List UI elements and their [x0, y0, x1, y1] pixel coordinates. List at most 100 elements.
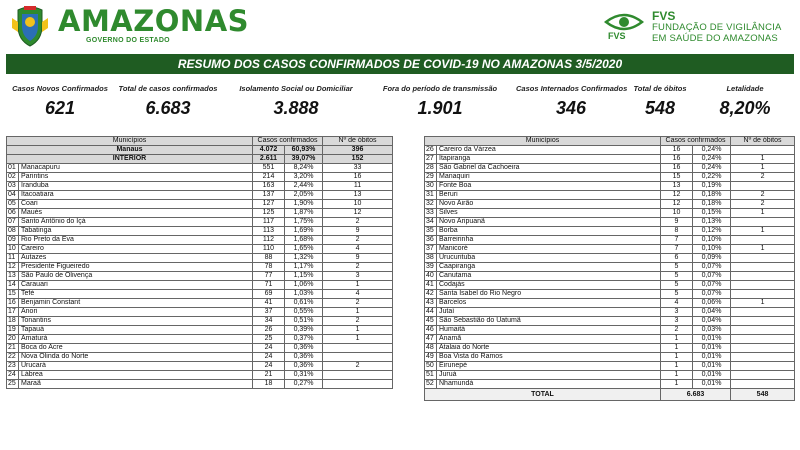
- table-row: 32 Novo Airão 12 0,18% 2: [424, 199, 796, 209]
- table-row: 45 São Sebastião do Uatumã 3 0,04%: [424, 316, 796, 326]
- cell-index: 43: [424, 298, 437, 308]
- cell-pct: 1,75%: [283, 217, 324, 227]
- table-row: 02 Parintins 214 3,20% 16: [6, 172, 394, 182]
- cell-deaths: 33: [322, 163, 394, 173]
- cell-name: Careiro da Várzea: [436, 145, 661, 155]
- municipalities-table-left: Municípios Casos confirmados Nº de óbito…: [6, 136, 394, 389]
- cell-index: 24: [6, 370, 19, 380]
- cell-cases: 3: [660, 307, 693, 317]
- cell-name: Coari: [18, 199, 253, 209]
- cell-index: 29: [424, 172, 437, 182]
- cell-pct: 1,15%: [283, 271, 324, 281]
- stat-value: 346: [555, 98, 587, 118]
- cell-index: 03: [6, 181, 19, 191]
- cell-pct: 0,01%: [691, 379, 732, 389]
- total-label: TOTAL: [424, 388, 661, 401]
- cell-index: 40: [424, 271, 437, 281]
- cell-name: Amaturá: [18, 334, 253, 344]
- cell-pct: 0,07%: [691, 280, 732, 290]
- cell-deaths: [730, 307, 796, 317]
- cell-deaths: [730, 316, 796, 326]
- cell-pct: 2,44%: [283, 181, 324, 191]
- cell-cases: 7: [660, 235, 693, 245]
- cell-name: Itacoatiara: [18, 190, 253, 200]
- stat-label: Casos Internados Confirmados: [516, 84, 628, 93]
- cell-cases: 214: [252, 172, 285, 182]
- cell-pct: 0,15%: [691, 208, 732, 218]
- cell-cases: 3: [660, 316, 693, 326]
- cell-name: Fonte Boa: [436, 181, 661, 191]
- cell-index: 17: [6, 307, 19, 317]
- cell-name: Tonantins: [18, 316, 253, 326]
- cell-cases: 13: [660, 181, 693, 191]
- cell-pct: 0,01%: [691, 361, 732, 371]
- table-row: 28 São Gabriel da Cachoeira 16 0,24% 1: [424, 163, 796, 173]
- col-header-obitos: Nº de óbitos: [322, 136, 394, 146]
- cell-deaths: [322, 370, 394, 380]
- table-row: 03 Iranduba 163 2,44% 11: [6, 181, 394, 191]
- cell-deaths: 2: [322, 262, 394, 272]
- cell-index: 32: [424, 199, 437, 209]
- fvs-line-2: EM SAÚDE DO AMAZONAS: [652, 33, 778, 44]
- cell-name: Atalaia do Norte: [436, 343, 661, 353]
- cell-name: Tabatinga: [18, 226, 253, 236]
- cell-deaths: 1: [730, 208, 796, 218]
- cell-deaths: 9: [322, 226, 394, 236]
- cell-name: Codajás: [436, 280, 661, 290]
- cell-cases: 2.611: [252, 154, 285, 164]
- table-row: 18 Tonantins 34 0,51% 2: [6, 316, 394, 326]
- cell-name: Eirunepé: [436, 361, 661, 371]
- table-row: 31 Beruri 12 0,18% 2: [424, 190, 796, 200]
- brand-block: AMAZONAS GOVERNO DO ESTADO: [58, 6, 249, 44]
- cell-name: Carauari: [18, 280, 253, 290]
- cell-deaths: [730, 181, 796, 191]
- cell-index: 33: [424, 208, 437, 218]
- cell-pct: 0,04%: [691, 307, 732, 317]
- cell-pct: 0,09%: [691, 253, 732, 263]
- cell-pct: 0,61%: [283, 298, 324, 308]
- brand-subtitle: GOVERNO DO ESTADO: [86, 37, 170, 44]
- table-header-row: Municípios Casos confirmados Nº de óbito…: [6, 136, 394, 146]
- cell-pct: 1,32%: [283, 253, 324, 263]
- cell-cases: 113: [252, 226, 285, 236]
- cell-pct: 0,31%: [283, 370, 324, 380]
- cell-name: Manacapuru: [18, 163, 253, 173]
- cell-cases: 18: [252, 379, 285, 389]
- cell-cases: 4.072: [252, 145, 285, 155]
- table-row: 35 Borba 8 0,12% 1: [424, 226, 796, 236]
- cell-name: Urucurituba: [436, 253, 661, 263]
- cell-name: Santo Antônio do Içá: [18, 217, 253, 227]
- table-row: 13 São Paulo de Olivença 77 1,15% 3: [6, 271, 394, 281]
- cell-index: 16: [6, 298, 19, 308]
- table-row: 09 Rio Preto da Eva 112 1,68% 2: [6, 235, 394, 245]
- table-row: 11 Autazes 88 1,32% 9: [6, 253, 394, 263]
- cell-pct: 0,12%: [691, 226, 732, 236]
- cell-pct: 3,20%: [283, 172, 324, 182]
- cell-deaths: [730, 361, 796, 371]
- cell-deaths: 2: [322, 361, 394, 371]
- cell-pct: 0,03%: [691, 325, 732, 335]
- cell-cases: 2: [660, 325, 693, 335]
- col-header-municipios: Municípios: [424, 136, 661, 146]
- cell-index: 13: [6, 271, 19, 281]
- cell-deaths: [730, 325, 796, 335]
- cell-index: 30: [424, 181, 437, 191]
- cell-index: 08: [6, 226, 19, 236]
- stat-label: Letalidade: [726, 84, 764, 93]
- cell-cases: 15: [660, 172, 693, 182]
- cell-cases: 5: [660, 271, 693, 281]
- cell-index: 48: [424, 343, 437, 353]
- cell-name: Jutaí: [436, 307, 661, 317]
- cell-pct: 1,87%: [283, 208, 324, 218]
- cell-cases: 9: [660, 217, 693, 227]
- cell-name: Novo Airão: [436, 199, 661, 209]
- cell-pct: 0,37%: [283, 334, 324, 344]
- cell-deaths: 2: [322, 217, 394, 227]
- table-row: 43 Barcelos 4 0,06% 1: [424, 298, 796, 308]
- cell-pct: 0,13%: [691, 217, 732, 227]
- cell-deaths: 1: [322, 334, 394, 344]
- cell-index: 51: [424, 370, 437, 380]
- cell-deaths: 12: [322, 208, 394, 218]
- cell-deaths: [322, 352, 394, 362]
- cell-index: 01: [6, 163, 19, 173]
